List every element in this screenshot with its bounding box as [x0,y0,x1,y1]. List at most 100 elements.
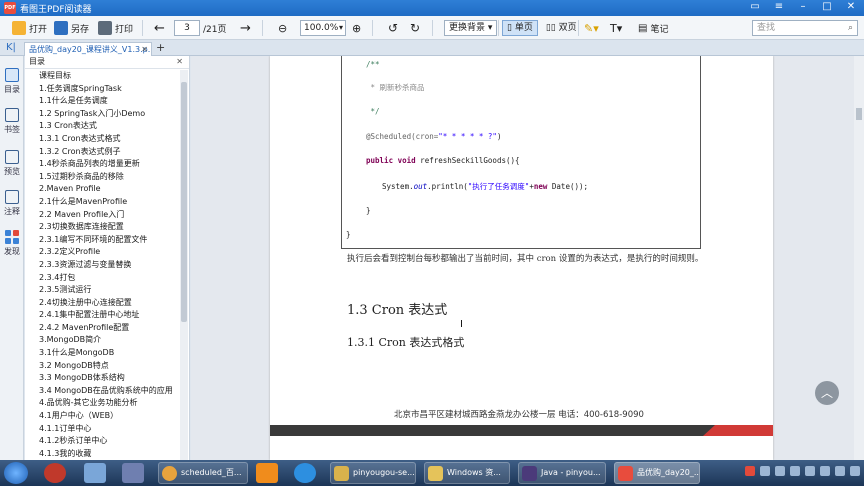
close-tab-icon[interactable]: ✕ [141,43,148,56]
highlighter-icon[interactable]: ✎▾ [584,20,599,36]
code-line: */ [366,107,380,116]
zoom-out-icon[interactable]: ⊖ [278,20,287,36]
zoom-select[interactable]: 100.0% [300,20,346,36]
outline-scrollbar[interactable] [180,70,188,460]
search-input[interactable]: 查找 ⌕ [752,20,858,36]
app-pin-icon[interactable] [84,463,106,483]
single-page-button[interactable]: ▯ 单页 [502,20,538,36]
outline-item[interactable]: 1.1什么是任务调度 [25,95,179,108]
collapse-panel-icon[interactable]: K| [6,42,16,53]
outline-item[interactable]: 4.1.1订单中心 [25,423,179,436]
skin-icon[interactable]: ▭ [748,1,762,12]
tab-label: 品优购_day20_课程讲义_V1.3.p... [29,45,152,54]
prev-page-button[interactable]: ← [154,20,165,36]
outline-item[interactable]: 1.任务调度SpringTask [25,83,179,96]
rail-item-annotations[interactable]: 注释 [0,190,24,217]
taobao-icon[interactable] [256,463,278,483]
rotate-left-icon[interactable]: ↺ [388,20,398,36]
scroll-to-top-button[interactable]: ︿ [815,381,839,405]
close-button[interactable]: ✕ [844,1,858,12]
outline-item[interactable]: 2.3切换数据库连接配置 [25,221,179,234]
scroll-thumb[interactable] [856,108,862,120]
outline-item[interactable]: 课程目标 [25,70,179,83]
tray-icon[interactable] [850,466,860,476]
outline-item[interactable]: 2.3.4打包 [25,272,179,285]
outline-item[interactable]: 2.3.5测试运行 [25,284,179,297]
single-page-label: 单页 [514,23,533,33]
outline-item[interactable]: 4.1.3我的收藏 [25,448,179,460]
menu-icon[interactable]: ≡ [772,1,786,12]
outline-item[interactable]: 4.1.2秒杀订单中心 [25,435,179,448]
outline-item[interactable]: 2.4.1集中配置注册中心地址 [25,309,179,322]
pdf-page: /** * 刷新秒杀商品 */ @Scheduled(cron="* * * *… [270,56,773,460]
open-label: 打开 [29,24,48,35]
taskbar-task[interactable]: 品优购_day20_... [614,462,700,484]
new-tab-button[interactable]: + [156,41,165,54]
taskbar-task[interactable]: Java - pinyou... [518,462,606,484]
taskbar-task[interactable]: scheduled_百... [158,462,248,484]
outline-item[interactable]: 2.3.2定义Profile [25,246,179,259]
rotate-right-icon[interactable]: ↻ [410,20,420,36]
outline-item[interactable]: 3.3 MongoDB体系结构 [25,372,179,385]
zoom-in-icon[interactable]: ⊕ [352,20,361,36]
outline-item[interactable]: 2.3.3资源过滤与变量替换 [25,259,179,272]
outline-item[interactable]: 1.3 Cron表达式 [25,120,179,133]
rail-item-bookmarks[interactable]: 书签 [0,108,24,135]
outline-item[interactable]: 4.1用户中心（WEB） [25,410,179,423]
footer-bar [270,425,773,436]
print-button[interactable]: 打印 [98,20,133,36]
outline-item[interactable]: 2.4.2 MavenProfile配置 [25,322,179,335]
outline-item[interactable]: 2.4切换注册中心连接配置 [25,297,179,310]
outline-item[interactable]: 1.3.2 Cron表达式例子 [25,146,179,159]
tray-icon[interactable] [775,466,785,476]
outline-item[interactable]: 1.3.1 Cron表达式格式 [25,133,179,146]
page-number-input[interactable]: 3 [174,20,200,36]
double-page-button[interactable]: ▯▯ 双页 [541,20,582,36]
outline-item[interactable]: 2.2 Maven Profile入门 [25,209,179,222]
text-tool-icon[interactable]: T▾ [610,20,622,36]
change-background-button[interactable]: 更换背景 ▾ [444,20,498,36]
tab-document[interactable]: 品优购_day20_课程讲义_V1.3.p... ✕ [24,42,152,56]
code-block: /** * 刷新秒杀商品 */ @Scheduled(cron="* * * *… [341,56,701,249]
outline-item[interactable]: 1.2 SpringTask入门小Demo [25,108,179,121]
tray-icon[interactable] [790,466,800,476]
maximize-button[interactable]: □ [820,1,834,12]
outline-list: 课程目标 1.任务调度SpringTask 1.1什么是任务调度 1.2 Spring… [25,70,179,460]
app-pin-icon[interactable] [44,463,66,483]
taskbar-task[interactable]: pinyougou-se... [330,462,416,484]
tray-icon[interactable] [820,466,830,476]
scroll-thumb[interactable] [181,82,187,322]
next-page-button[interactable]: → [240,20,251,36]
tray-icon[interactable] [760,466,770,476]
tray-icon[interactable] [835,466,845,476]
task-label: Windows 资... [447,468,501,477]
close-icon[interactable]: ✕ [176,56,183,68]
outline-item[interactable]: 3.4 MongoDB在品优购系统中的应用 [25,385,179,398]
outline-item[interactable]: 3.MongoDB简介 [25,334,179,347]
outline-item[interactable]: 3.2 MongoDB特点 [25,360,179,373]
outline-item[interactable]: 4.品优购-其它业务功能分析 [25,397,179,410]
rail-item-toc[interactable]: 目录 [0,68,24,95]
document-viewport[interactable]: /** * 刷新秒杀商品 */ @Scheduled(cron="* * * *… [191,56,864,460]
app-pin-icon[interactable] [122,463,144,483]
rail-item-preview[interactable]: 预览 [0,150,24,177]
rail-label: 发现 [4,247,20,256]
search-icon[interactable]: ⌕ [848,21,853,35]
outline-item[interactable]: 2.3.1编写不同环境的配置文件 [25,234,179,247]
outline-item[interactable]: 1.5过期秒杀商品的移除 [25,171,179,184]
document-scrollbar[interactable] [854,56,864,460]
taskbar-task[interactable]: Windows 资... [424,462,510,484]
outline-item[interactable]: 2.Maven Profile [25,183,179,196]
minimize-button[interactable]: – [796,1,810,12]
open-button[interactable]: 打开 [12,20,47,36]
rail-item-discover[interactable]: 发现 [0,230,24,257]
start-button[interactable] [4,462,28,484]
outline-item[interactable]: 3.1什么是MongoDB [25,347,179,360]
notes-button[interactable]: ▤ 笔记 [638,20,668,36]
tray-icon[interactable] [805,466,815,476]
app-pin-icon[interactable] [294,463,316,483]
save-as-button[interactable]: 另存 [54,20,89,36]
outline-item[interactable]: 2.1什么是MavenProfile [25,196,179,209]
tray-icon[interactable] [745,466,755,476]
outline-item[interactable]: 1.4秒杀商品列表的增量更新 [25,158,179,171]
